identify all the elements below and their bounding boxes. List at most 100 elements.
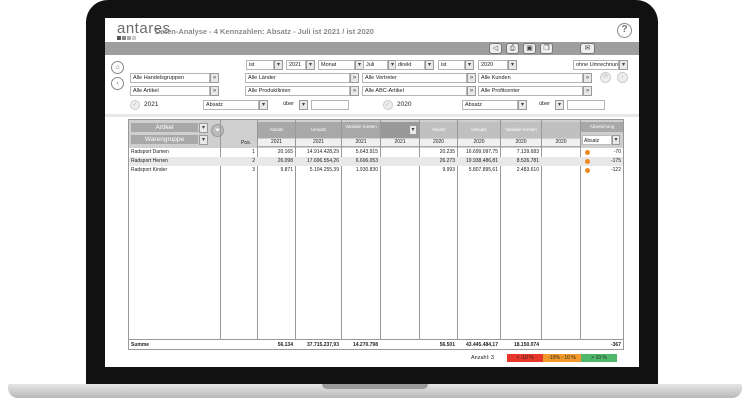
chevron-down-icon[interactable]: ▾: [299, 100, 308, 110]
double-chevron-icon[interactable]: »: [350, 73, 359, 83]
year-select-1[interactable]: 2021: [286, 60, 306, 70]
double-chevron-icon[interactable]: »: [467, 73, 476, 83]
cell-varkosten-2020: 2.483.610: [516, 167, 539, 173]
chevron-down-icon[interactable]: ▾: [199, 123, 208, 133]
operator-select-b[interactable]: über: [537, 100, 555, 110]
row-name: Radsport Herren: [131, 158, 168, 164]
status-dot-icon: [585, 168, 590, 173]
sales-rep-filter[interactable]: Alle Vertreter: [362, 73, 467, 83]
trade-group-filter[interactable]: Alle Handelsgruppen: [130, 73, 210, 83]
operator-select-a[interactable]: über: [281, 100, 299, 110]
check-icon[interactable]: ✓: [130, 100, 140, 110]
forward-icon[interactable]: ›: [617, 72, 628, 83]
cell-varkosten-2021: 6.696.053: [355, 158, 378, 164]
type-select-2[interactable]: ist: [438, 60, 465, 70]
cell-deviation: -122: [610, 167, 621, 173]
table-row[interactable]: Radsport Damen 1 20.165 14.914.428,29 5.…: [129, 148, 623, 157]
chevron-down-icon[interactable]: ▾: [518, 100, 527, 110]
country-filter[interactable]: Alle Länder: [245, 73, 350, 83]
col-header-varkosten-2020[interactable]: Variable Kosten: [501, 122, 541, 138]
chevron-down-icon[interactable]: ▾: [425, 60, 434, 70]
customer-filter[interactable]: Alle Kunden: [478, 73, 583, 83]
home-icon[interactable]: ⌂: [111, 61, 124, 74]
col-header-empty-2020[interactable]: [542, 122, 580, 138]
table-row[interactable]: Radsport Herren 2 26.098 17.696.554,26 6…: [129, 157, 623, 166]
chevron-down-icon[interactable]: ▾: [274, 60, 283, 70]
double-chevron-icon[interactable]: »: [583, 73, 592, 83]
double-chevron-icon[interactable]: »: [583, 86, 592, 96]
period-select[interactable]: Monat: [318, 60, 355, 70]
dim-article-header[interactable]: Artikel: [131, 123, 198, 132]
help-icon[interactable]: ?: [617, 23, 632, 38]
deviation-measure-select[interactable]: Absatz: [582, 135, 612, 145]
measure-select-b[interactable]: Absatz: [462, 100, 518, 110]
chevron-down-icon[interactable]: ▾: [619, 60, 628, 70]
row-count: Anzahl: 3: [471, 355, 494, 361]
col-header-umsatz-2020[interactable]: Umsatz: [458, 122, 500, 138]
chevron-down-icon[interactable]: ▾: [259, 100, 268, 110]
print-icon[interactable]: ⎙: [506, 43, 519, 54]
row-pos: 1: [252, 149, 255, 155]
year-label: 2021: [381, 139, 419, 147]
cell-varkosten-2021: 5.643.915: [355, 149, 378, 155]
col-header-umsatz-2021[interactable]: Umsatz: [296, 122, 341, 138]
logo-square: [117, 36, 121, 40]
double-chevron-icon[interactable]: »: [467, 86, 476, 96]
col-header-absatz-2020[interactable]: Absatz: [420, 122, 457, 138]
chevron-down-icon[interactable]: ▾: [199, 135, 208, 145]
type-select-1[interactable]: ist: [246, 60, 274, 70]
excel-icon[interactable]: ▣: [523, 43, 536, 54]
cell-varkosten-2020: 8.526.781: [516, 158, 539, 164]
cell-absatz-2020: 20.235: [439, 149, 455, 155]
cell-deviation: -175: [610, 158, 621, 164]
article-filter[interactable]: Alle Artikel: [130, 86, 210, 96]
mode-select[interactable]: direkt: [395, 60, 425, 70]
year-label: 2021: [296, 139, 341, 147]
col-header-varkosten-2021[interactable]: Variable Kosten: [342, 122, 380, 138]
col-header-absatz-2021[interactable]: Absatz: [258, 122, 295, 138]
year-select-2[interactable]: 2020: [478, 60, 508, 70]
col-header-deviation[interactable]: Abweichung: [581, 122, 623, 132]
page-title: Daten-Analyse - 4 Kennzahlen: Absatz - J…: [155, 27, 374, 36]
double-chevron-icon[interactable]: »: [210, 73, 219, 83]
back-icon[interactable]: ‹: [111, 77, 124, 90]
status-dot-icon: [585, 159, 590, 164]
app-screen: antares Daten-Analyse - 4 Kennzahlen: Ab…: [105, 18, 639, 367]
double-chevron-icon[interactable]: »: [210, 86, 219, 96]
chevron-down-icon[interactable]: ▾: [409, 125, 417, 135]
mail-icon[interactable]: ✉: [580, 43, 595, 54]
conversion-select[interactable]: ohne Umrechnung: [573, 60, 619, 70]
abc-article-filter[interactable]: Alle ABC-Artikel: [362, 86, 467, 96]
product-line-filter[interactable]: Alle Produktlinien: [245, 86, 350, 96]
cell-umsatz-2021: 17.696.554,26: [307, 158, 339, 164]
year-label: 2020: [542, 139, 580, 147]
speaker-icon[interactable]: ◁: [489, 43, 502, 54]
cell-umsatz-2021: 5.104.255,39: [309, 167, 339, 173]
sum-varkosten-2020: 18.150.074: [513, 342, 539, 348]
sum-label: Summe: [131, 342, 150, 348]
chevron-down-icon[interactable]: ▾: [306, 60, 315, 70]
check-icon[interactable]: ✓: [383, 100, 393, 110]
chevron-down-icon[interactable]: ▾: [555, 100, 564, 110]
filter-icon[interactable]: ⏷: [211, 124, 224, 137]
cell-absatz-2020: 9.993: [442, 167, 455, 173]
double-chevron-icon[interactable]: »: [350, 86, 359, 96]
year-label: 2021: [258, 139, 295, 147]
sum-row: Summe 56.134 37.715.237,93 14.270.798 56…: [129, 339, 623, 349]
sum-deviation: -367: [610, 342, 621, 348]
logo-square: [127, 36, 131, 40]
month-select[interactable]: Juli: [363, 60, 388, 70]
sum-varkosten-2021: 14.270.798: [352, 342, 378, 348]
dim-group-header[interactable]: Warengruppe: [131, 135, 198, 144]
copy-icon[interactable]: ❐: [540, 43, 553, 54]
chevron-down-icon[interactable]: ▾: [508, 60, 517, 70]
refresh-icon[interactable]: ⟳: [600, 72, 611, 83]
threshold-input-a[interactable]: [311, 100, 349, 110]
chevron-down-icon[interactable]: ▾: [612, 135, 620, 145]
measure-select-a[interactable]: Absatz: [203, 100, 259, 110]
chevron-down-icon[interactable]: ▾: [465, 60, 474, 70]
sum-absatz-2020: 56.501: [439, 342, 455, 348]
threshold-input-b[interactable]: [567, 100, 605, 110]
profit-center-filter[interactable]: Alle Profitcenter: [478, 86, 583, 96]
table-row[interactable]: Radsport Kinder 3 9.871 5.104.255,39 1.9…: [129, 166, 623, 175]
